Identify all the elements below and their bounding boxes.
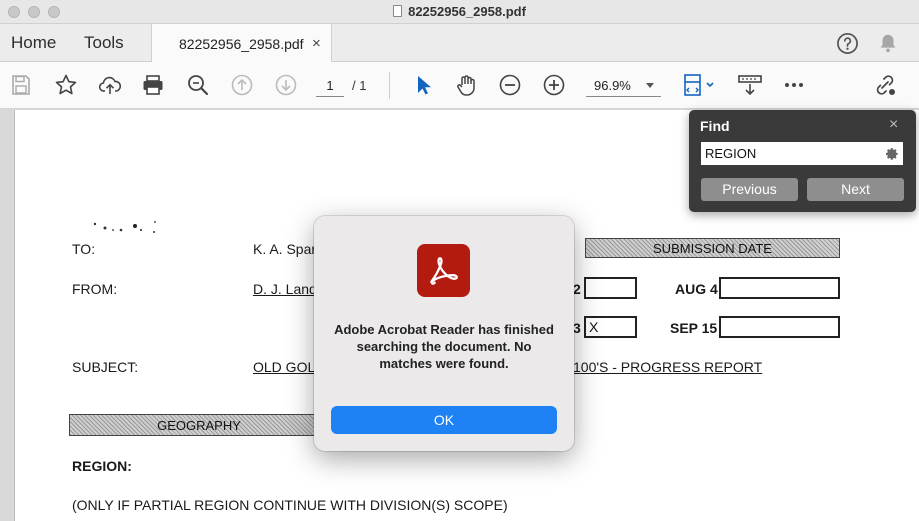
previous-page-icon[interactable] (230, 73, 254, 97)
from-label: FROM: (72, 281, 118, 297)
find-previous-button[interactable]: Previous (701, 178, 798, 201)
subject-label: SUBJECT: (72, 359, 139, 375)
to-label: TO: (72, 241, 96, 257)
share-link-icon[interactable] (873, 73, 897, 97)
page-number-input[interactable] (316, 75, 344, 97)
zoom-out-icon[interactable] (498, 73, 522, 97)
hand-tool-icon[interactable] (454, 73, 478, 97)
title-bar: 82252956_2958.pdf (0, 0, 919, 24)
region-label: REGION: (72, 458, 132, 474)
geography-header: GEOGRAPHY (69, 414, 329, 436)
upload-cloud-icon[interactable] (98, 73, 122, 97)
chevron-down-icon (646, 83, 654, 88)
row2-number: 3 (573, 320, 581, 336)
row1-date-box (719, 277, 840, 299)
notification-bell-icon[interactable] (877, 32, 899, 59)
submission-date-label: SUBMISSION DATE (653, 241, 772, 256)
find-title: Find (700, 118, 730, 134)
find-next-button[interactable]: Next (807, 178, 904, 201)
dialog-message: Adobe Acrobat Reader has finished search… (334, 322, 554, 371)
zoom-in-icon[interactable] (542, 73, 566, 97)
window-title: 82252956_2958.pdf (0, 4, 919, 19)
close-find-button[interactable]: × (889, 116, 898, 134)
row2-checkbox: X (584, 316, 637, 338)
subject-value-start: OLD GOL (253, 359, 316, 375)
home-tab[interactable]: Home (11, 33, 56, 53)
geography-label: GEOGRAPHY (157, 418, 241, 433)
document-tab-label: 82252956_2958.pdf (179, 36, 304, 52)
close-tab-button[interactable]: × (312, 35, 321, 52)
find-panel: Find × Previous Next (689, 110, 916, 212)
zoom-value: 96.9% (594, 78, 631, 93)
row1-checkbox (584, 277, 637, 299)
print-icon[interactable] (141, 73, 165, 97)
main-toolbar: / 1 96.9% (0, 62, 919, 109)
scroll-mode-icon[interactable] (683, 73, 717, 97)
window-title-text: 82252956_2958.pdf (408, 4, 526, 19)
document-tab[interactable]: 82252956_2958.pdf × (151, 24, 332, 63)
page-total: / 1 (352, 78, 367, 93)
partial-region-note: (ONLY IF PARTIAL REGION CONTINUE WITH DI… (72, 497, 508, 513)
search-complete-dialog: Adobe Acrobat Reader has finished search… (314, 216, 574, 451)
row2-date: SEP 15 (670, 320, 718, 336)
row1-date: AUG 4 (675, 281, 718, 297)
to-value: K. A. Spar (253, 241, 317, 257)
submission-date-header: SUBMISSION DATE (585, 238, 840, 258)
subject-value-end: 100'S - PROGRESS REPORT (573, 359, 763, 375)
toolbar-divider (389, 72, 390, 99)
zoom-search-icon[interactable] (186, 73, 210, 97)
save-icon[interactable] (9, 73, 33, 97)
from-value: D. J. Land (253, 281, 317, 297)
tools-tab[interactable]: Tools (84, 33, 124, 53)
select-cursor-icon[interactable] (411, 73, 435, 97)
row1-number: 2 (573, 281, 581, 297)
help-icon[interactable] (836, 32, 859, 60)
read-mode-icon[interactable] (738, 73, 762, 97)
gear-icon[interactable] (884, 146, 900, 162)
row2-date-box (719, 316, 840, 338)
bookmark-star-icon[interactable] (54, 73, 78, 97)
ok-button[interactable]: OK (331, 406, 557, 434)
tab-bar: Home Tools 82252956_2958.pdf × (0, 24, 919, 63)
zoom-level-select[interactable]: 96.9% (586, 75, 661, 97)
next-page-icon[interactable] (274, 73, 298, 97)
row2-mark: X (589, 319, 599, 335)
scan-specks (93, 221, 156, 233)
find-input[interactable] (701, 142, 903, 165)
acrobat-icon (417, 244, 470, 297)
pdf-document-icon (393, 5, 403, 17)
more-icon[interactable] (782, 73, 806, 97)
